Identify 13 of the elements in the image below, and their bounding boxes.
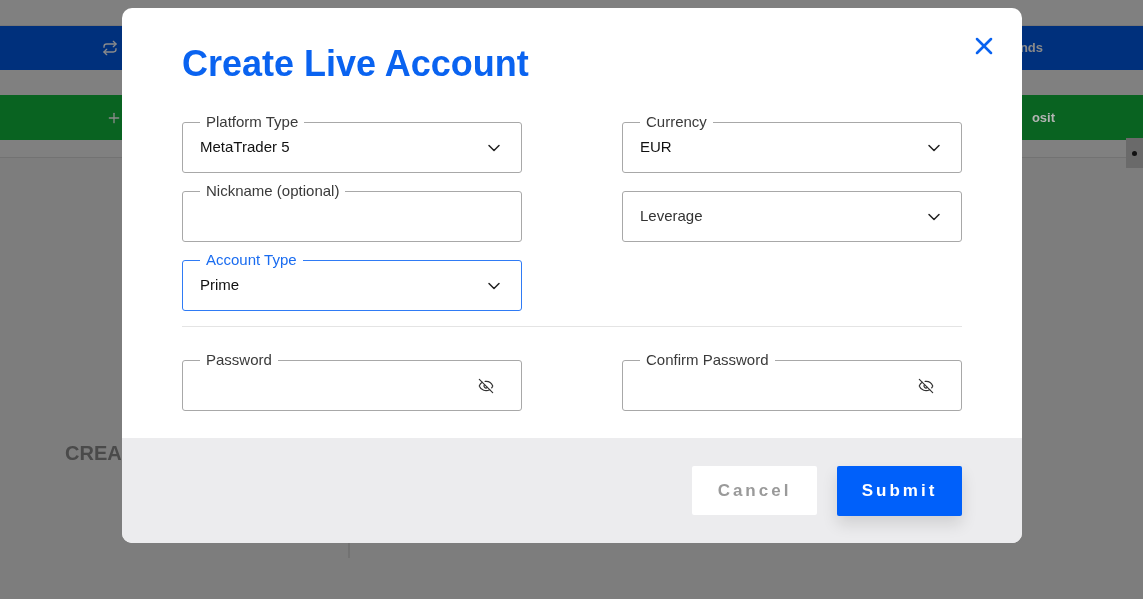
field-value: EUR [640,137,672,158]
tab-handle[interactable] [1126,138,1143,168]
eye-off-icon[interactable] [918,377,934,394]
field-label: Nickname (optional) [200,182,346,200]
field-value: Prime [200,275,240,296]
field-label: Platform Type [200,113,305,131]
field-value: MetaTrader 5 [200,137,290,158]
transfer-icon [102,40,118,56]
eye-off-icon[interactable] [478,377,494,394]
dialog-title: Create Live Account [182,42,530,86]
bar-text: osit [1031,108,1055,127]
field-placeholder: Leverage [640,206,703,227]
submit-button[interactable]: Submit [837,465,962,516]
